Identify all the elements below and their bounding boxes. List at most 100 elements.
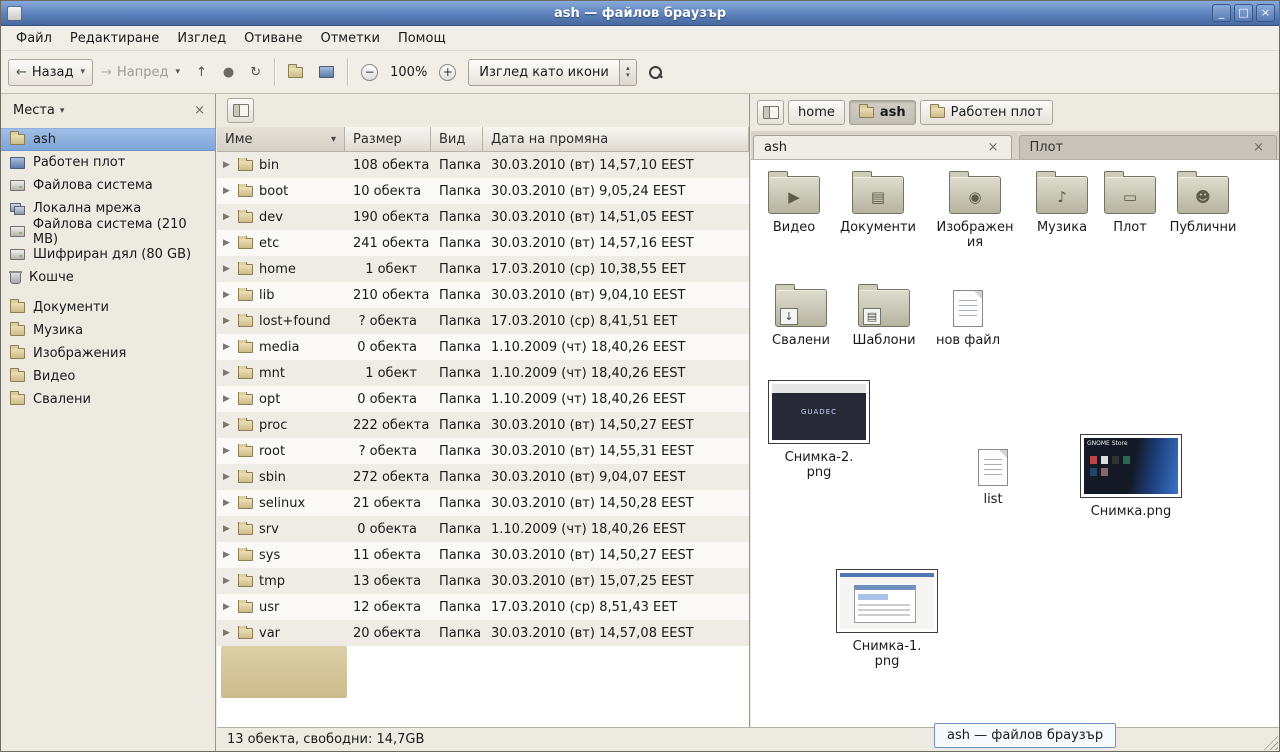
table-row[interactable]: ▶ var 20 обекта Папка 30.03.2010 (вт) 14… xyxy=(217,620,749,646)
maximize-button[interactable]: □ xyxy=(1234,4,1253,22)
expander-icon[interactable]: ▶ xyxy=(223,186,232,196)
home-button[interactable] xyxy=(280,61,311,84)
icon-item-desktop[interactable]: ▭ Плот xyxy=(1088,176,1172,235)
menu-item[interactable]: Отметки xyxy=(311,28,388,49)
pathbar-desktop-button[interactable]: Работен плот xyxy=(920,100,1053,125)
search-button[interactable] xyxy=(641,60,670,85)
expander-icon[interactable]: ▶ xyxy=(223,290,232,300)
reload-button[interactable]: ↻ xyxy=(242,59,269,86)
icon-item-list[interactable]: list xyxy=(973,449,1013,507)
expander-icon[interactable]: ▶ xyxy=(223,446,232,456)
table-row[interactable]: ▶ bin 108 обекта Папка 30.03.2010 (вт) 1… xyxy=(217,152,749,178)
expander-icon[interactable]: ▶ xyxy=(223,264,232,274)
pathbar-root-button[interactable] xyxy=(757,100,784,125)
sidebar-item[interactable]: ash xyxy=(1,128,215,151)
table-row[interactable]: ▶ selinux 21 обекта Папка 30.03.2010 (вт… xyxy=(217,490,749,516)
menu-item[interactable]: Редактиране xyxy=(61,28,168,49)
forward-button[interactable]: → Напред ▾ xyxy=(93,59,188,86)
table-row[interactable]: ▶ sys 11 обекта Папка 30.03.2010 (вт) 14… xyxy=(217,542,749,568)
icon-item-snimka1[interactable]: Снимка-1.png xyxy=(835,569,939,669)
sidebar-item[interactable]: Свалени xyxy=(1,388,215,411)
table-row[interactable]: ▶ tmp 13 обекта Папка 30.03.2010 (вт) 15… xyxy=(217,568,749,594)
titlebar[interactable]: ash — файлов браузър _ □ × xyxy=(1,1,1279,26)
sidebar-close-icon[interactable]: × xyxy=(194,103,205,118)
tab-desktop[interactable]: Плот × xyxy=(1019,135,1278,159)
sidebar-item[interactable]: Кошче xyxy=(1,266,215,289)
expander-icon[interactable]: ▶ xyxy=(223,316,232,326)
icon-item-video[interactable]: ▶ Видео xyxy=(752,176,836,235)
expander-icon[interactable]: ▶ xyxy=(223,342,232,352)
computer-button[interactable] xyxy=(311,60,342,84)
table-row[interactable]: ▶ media 0 обекта Папка 1.10.2009 (чт) 18… xyxy=(217,334,749,360)
table-row[interactable]: ▶ lost+found ? обекта Папка 17.03.2010 (… xyxy=(217,308,749,334)
table-row[interactable]: ▶ lib 210 обекта Папка 30.03.2010 (вт) 9… xyxy=(217,282,749,308)
sidebar-item[interactable]: Файлова система (210 MB) xyxy=(1,220,215,243)
icon-item-snimka2[interactable]: GUADEC Снимка-2.png xyxy=(767,380,871,480)
sidebar-item[interactable]: Изображения xyxy=(1,342,215,365)
menu-item[interactable]: Помощ xyxy=(389,28,455,49)
expander-icon[interactable]: ▶ xyxy=(223,368,232,378)
expander-icon[interactable]: ▶ xyxy=(223,602,232,612)
table-row[interactable]: ▶ mnt 1 обект Папка 1.10.2009 (чт) 18,40… xyxy=(217,360,749,386)
zoom-in-button[interactable]: + xyxy=(431,58,464,87)
table-row[interactable]: ▶ etc 241 обекта Папка 30.03.2010 (вт) 1… xyxy=(217,230,749,256)
table-row[interactable]: ▶ home 1 обект Папка 17.03.2010 (ср) 10,… xyxy=(217,256,749,282)
expander-icon[interactable]: ▶ xyxy=(223,160,232,170)
column-header-type[interactable]: Вид xyxy=(431,127,483,152)
sidebar-title[interactable]: Места xyxy=(13,103,55,118)
back-button[interactable]: ← Назад ▾ xyxy=(8,59,93,86)
table-row[interactable]: ▶ srv 0 обекта Папка 1.10.2009 (чт) 18,4… xyxy=(217,516,749,542)
expander-icon[interactable]: ▶ xyxy=(223,394,232,404)
expander-icon[interactable]: ▶ xyxy=(223,550,232,560)
table-row[interactable]: ▶ opt 0 обекта Папка 1.10.2009 (чт) 18,4… xyxy=(217,386,749,412)
table-row[interactable]: ▶ root ? обекта Папка 30.03.2010 (вт) 14… xyxy=(217,438,749,464)
close-button[interactable]: × xyxy=(1256,4,1275,22)
tab-close-icon[interactable]: × xyxy=(986,140,1001,155)
sidebar-item[interactable]: Шифриран дял (80 GB) xyxy=(1,243,215,266)
stop-button[interactable]: ● xyxy=(215,59,242,86)
column-header-name[interactable]: Име ▾ xyxy=(217,127,345,152)
expander-icon[interactable]: ▶ xyxy=(223,628,232,638)
menu-item[interactable]: Отиване xyxy=(235,28,311,49)
column-header-date[interactable]: Дата на промяна xyxy=(483,127,749,152)
back-dropdown-icon[interactable]: ▾ xyxy=(81,67,86,77)
column-header-size[interactable]: Размер xyxy=(345,127,431,152)
zoom-out-button[interactable]: − xyxy=(353,58,386,87)
sidebar-item[interactable]: Документи xyxy=(1,296,215,319)
table-row[interactable]: ▶ boot 10 обекта Папка 30.03.2010 (вт) 9… xyxy=(217,178,749,204)
sidebar-item[interactable]: Файлова система xyxy=(1,174,215,197)
icon-item-downloads[interactable]: ↓ Свалени xyxy=(759,289,843,348)
sidebar-dropdown-icon[interactable]: ▾ xyxy=(60,106,65,116)
expander-icon[interactable]: ▶ xyxy=(223,472,232,482)
table-row[interactable]: ▶ proc 222 обекта Папка 30.03.2010 (вт) … xyxy=(217,412,749,438)
tab-ash[interactable]: ash × xyxy=(753,135,1012,159)
expander-icon[interactable]: ▶ xyxy=(223,238,232,248)
icon-item-newfile[interactable]: нов файл xyxy=(926,290,1010,348)
sidebar-item[interactable]: Работен плот xyxy=(1,151,215,174)
menu-item[interactable]: Изглед xyxy=(168,28,235,49)
minimize-button[interactable]: _ xyxy=(1212,4,1231,22)
expander-icon[interactable]: ▶ xyxy=(223,498,232,508)
expander-icon[interactable]: ▶ xyxy=(223,212,232,222)
icon-item-pictures[interactable]: ◉ Изображения xyxy=(934,176,1016,250)
table-row[interactable]: ▶ dev 190 обекта Папка 30.03.2010 (вт) 1… xyxy=(217,204,749,230)
icon-item-snimka[interactable]: GNOME Store Снимка.png xyxy=(1079,434,1183,519)
expander-icon[interactable]: ▶ xyxy=(223,420,232,430)
expander-icon[interactable]: ▶ xyxy=(223,524,232,534)
pathbar-home-button[interactable]: home xyxy=(788,100,845,125)
icon-view[interactable]: ▶ Видео ▤ Документи ◉ Изображения ♪ Музи… xyxy=(751,160,1279,727)
menu-item[interactable]: Файл xyxy=(7,28,61,49)
sidebar-item[interactable]: Видео xyxy=(1,365,215,388)
sidebar-item[interactable]: Музика xyxy=(1,319,215,342)
up-button[interactable]: ↑ xyxy=(188,59,215,86)
expander-icon[interactable]: ▶ xyxy=(223,576,232,586)
location-toggle-button[interactable] xyxy=(227,98,254,123)
table-row[interactable]: ▶ sbin 272 обекта Папка 30.03.2010 (вт) … xyxy=(217,464,749,490)
icon-item-documents[interactable]: ▤ Документи xyxy=(836,176,920,235)
icon-item-templates[interactable]: ▤ Шаблони xyxy=(842,289,926,348)
table-row[interactable]: ▶ usr 12 обекта Папка 17.03.2010 (ср) 8,… xyxy=(217,594,749,620)
icon-item-public[interactable]: ☻ Публични xyxy=(1161,176,1245,235)
tab-close-icon[interactable]: × xyxy=(1251,140,1266,155)
view-mode-select[interactable]: Изглед като икони ▴ ▾ xyxy=(468,59,637,86)
resize-grip[interactable] xyxy=(1263,735,1278,750)
